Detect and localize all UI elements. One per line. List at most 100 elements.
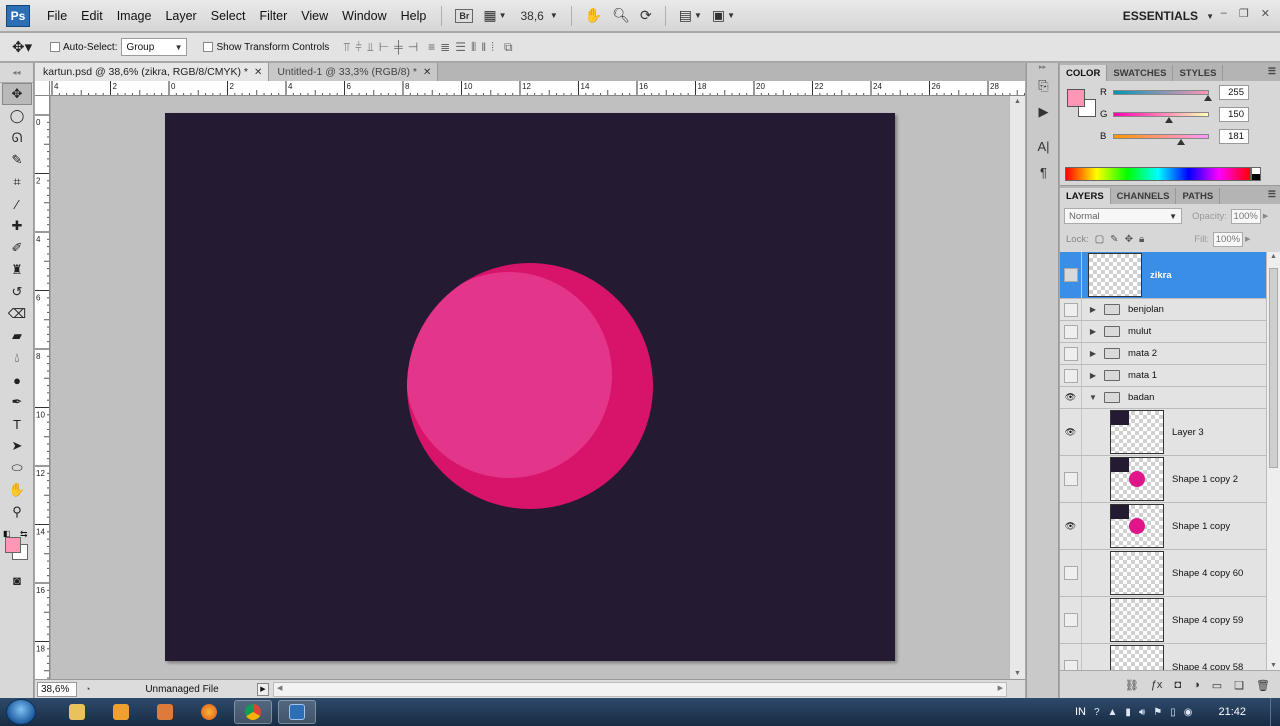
lasso-tool-icon[interactable]: ᘏ [2,127,32,149]
close-icon[interactable]: ✕ [1261,7,1270,20]
ruler-origin[interactable] [35,81,50,96]
menu-filter[interactable]: Filter [252,9,294,23]
menu-window[interactable]: Window [335,9,393,23]
scroll-up-icon[interactable]: ▲ [1270,253,1277,260]
menu-select[interactable]: Select [204,9,253,23]
taskbar-media-player[interactable] [102,700,140,724]
layer-style-icon[interactable]: ƒx [1151,679,1163,691]
new-group-icon[interactable]: ▭ [1212,679,1222,692]
move-tool-preset-icon[interactable]: ✥▾ [12,38,50,56]
color-spectrum-ramp[interactable] [1065,167,1251,181]
tab-swatches[interactable]: SWATCHES [1107,65,1174,81]
eraser-tool-icon[interactable]: ⌫ [2,303,32,325]
layer-group-row[interactable]: ▶ mata 1 [1060,365,1266,387]
tab-color[interactable]: COLOR [1060,65,1108,81]
layer-row[interactable]: 👁︎ Shape 1 copy [1060,503,1266,550]
align-bottom-icon[interactable]: ⫫ [367,40,374,55]
show-desktop-button[interactable] [1270,698,1280,726]
layer-group-row[interactable]: ▶ mata 2 [1060,343,1266,365]
delete-layer-icon[interactable]: 🗑︎ [1256,679,1270,692]
marquee-tool-icon[interactable]: ◯ [2,105,32,127]
layer-row[interactable]: Shape 1 copy 2 [1060,456,1266,503]
lock-all-icon[interactable]: 🔒︎ [1139,234,1144,245]
zoom-tool-icon[interactable]: ⚲ [2,501,32,523]
taskbar-chrome[interactable] [234,700,272,724]
restore-icon[interactable]: ❐ [1239,7,1249,20]
triangle-right-icon[interactable]: ▶ [1086,327,1100,336]
doc-tab-untitled[interactable]: Untitled-1 @ 33,3% (RGB/8) * ✕ [269,63,439,81]
tab-paths[interactable]: PATHS [1176,188,1221,204]
blend-mode-select[interactable]: Normal ▼ [1064,208,1182,224]
quick-mask-icon[interactable]: ◙ [2,569,32,591]
show-hidden-icons-icon[interactable]: ▲ [1108,707,1118,718]
status-menu-arrow[interactable]: ▶ [257,682,269,696]
tray-app-icon[interactable]: ◉ [1184,707,1193,718]
workspace-switcher[interactable]: ESSENTIALS ▼ [1123,0,1214,32]
auto-select-dropdown[interactable]: Group ▼ [121,38,188,56]
layer-row[interactable]: Shape 4 copy 58 [1060,644,1266,670]
blue-value-input[interactable]: 181 [1219,128,1249,144]
toolbox-grip[interactable]: ◂◂ [0,63,33,83]
opacity-arrow-icon[interactable]: ▶ [1263,212,1268,220]
distribute-vcenter-icon[interactable]: ≣ [440,40,450,55]
hand-tool-icon[interactable]: ✋ [580,7,607,24]
add-mask-icon[interactable]: ◘ [1174,679,1181,691]
status-info-icon[interactable]: ◔ [85,684,99,694]
blur-tool-icon[interactable]: 💧︎ [2,347,32,369]
red-slider[interactable] [1113,89,1212,101]
ellipse-tool-icon[interactable]: ⬭ [2,457,32,479]
layer-group-row[interactable]: ▶ mulut [1060,321,1266,343]
visibility-toggle[interactable] [1060,365,1082,386]
visibility-toggle[interactable] [1060,550,1082,596]
fill-input[interactable]: 100% [1213,231,1244,247]
lock-position-icon[interactable]: ✥ [1125,234,1133,245]
layers-scrollbar[interactable]: ▲ ▼ [1266,252,1280,670]
language-indicator[interactable]: IN [1075,706,1086,718]
visibility-toggle[interactable]: 👁︎ [1060,503,1082,549]
visibility-toggle[interactable] [1060,597,1082,643]
brush-tool-icon[interactable]: ✐ [2,237,32,259]
green-slider-thumb[interactable] [1165,116,1174,123]
dodge-tool-icon[interactable]: ● [2,369,32,391]
black-white-ramp[interactable] [1251,167,1261,181]
zoom-tool-icon[interactable]: 🔍︎ [607,7,635,24]
visibility-toggle[interactable] [1060,252,1082,298]
path-selection-tool-icon[interactable]: ➤ [2,435,32,457]
scroll-up-icon[interactable]: ▲ [1014,98,1021,105]
visibility-toggle[interactable]: 👁︎ [1060,387,1082,408]
taskbar-app[interactable] [146,700,184,724]
layer-row[interactable]: Shape 4 copy 59 [1060,597,1266,644]
lock-transparency-icon[interactable]: ▢ [1095,234,1104,245]
taskbar-firefox[interactable] [190,700,228,724]
distribute-top-icon[interactable]: ≡ [428,40,435,55]
red-slider-thumb[interactable] [1204,94,1212,101]
network-icon[interactable]: ▮ [1125,707,1131,718]
start-button[interactable] [6,699,36,725]
arrange-documents-button[interactable]: ▤ ▼ [674,7,707,24]
tab-layers[interactable]: LAYERS [1060,188,1111,204]
doc-tab-kartun[interactable]: kartun.psd @ 38,6% (zikra, RGB/8/CMYK) *… [35,63,270,81]
panel-menu-icon[interactable]: ☰ [1268,189,1276,200]
layer-row[interactable]: Shape 4 copy 60 [1060,550,1266,597]
layer-group-row[interactable]: 👁︎ ▼ badan [1060,387,1266,409]
auto-select-checkbox[interactable]: Auto-Select: [50,42,117,53]
new-layer-icon[interactable]: ❏ [1234,679,1244,692]
align-top-icon[interactable]: ⫪ [343,40,350,55]
opacity-input[interactable]: 100% [1230,208,1261,224]
type-tool-icon[interactable]: T [2,413,32,435]
zoom-level-select[interactable]: 38,6 ▼ [512,9,563,23]
triangle-right-icon[interactable]: ▶ [1086,349,1100,358]
menu-layer[interactable]: Layer [158,9,203,23]
power-icon[interactable]: ▯ [1170,707,1176,718]
status-zoom-field[interactable]: 38,6% [37,681,77,697]
fill-arrow-icon[interactable]: ▶ [1245,235,1250,243]
visibility-toggle[interactable]: 👁︎ [1060,409,1082,455]
visibility-toggle[interactable] [1060,644,1082,670]
taskbar-explorer[interactable] [58,700,96,724]
menu-edit[interactable]: Edit [74,9,110,23]
actions-panel-icon[interactable]: ▶ [1029,99,1058,125]
visibility-toggle[interactable] [1060,343,1082,364]
gradient-tool-icon[interactable]: ▰ [2,325,32,347]
scroll-down-icon[interactable]: ▼ [1014,670,1021,677]
quick-selection-tool-icon[interactable]: ✎ [2,149,32,171]
